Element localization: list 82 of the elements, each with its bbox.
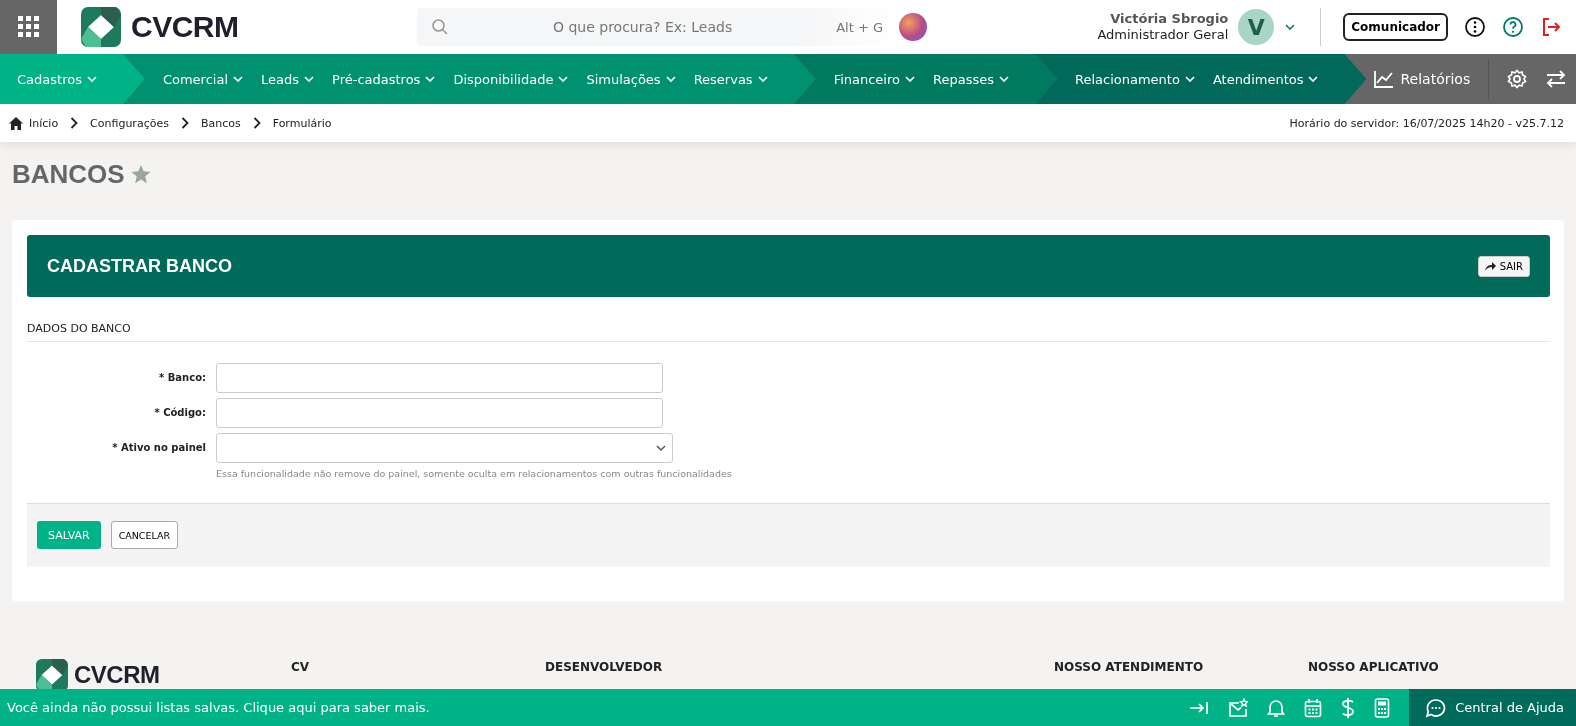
nav-menu-item[interactable]: Relacionamento — [1074, 71, 1195, 87]
caret-icon — [304, 75, 315, 83]
nav-menu-item[interactable]: Financeiro — [833, 71, 915, 87]
server-time: Horário do servidor: 16/07/2025 14h20 - v25.7.12 — [1289, 116, 1564, 130]
search-input[interactable]: O que procura? Ex: Leads — [457, 18, 829, 36]
chevron-icon — [180, 117, 189, 129]
share-arrow-icon — [1484, 261, 1496, 271]
form-title: CADASTRAR BANCO — [47, 255, 232, 277]
user-name: Victória Sbrogio — [1110, 11, 1229, 27]
apps-menu-button[interactable] — [0, 0, 57, 54]
field-hint: Essa funcionalidade não remove do painel, somente oculta em relacionamentos com outras funcionalidades — [216, 468, 732, 479]
logo-text: CVCRM — [74, 661, 160, 689]
assistant-icon[interactable] — [899, 13, 927, 41]
footer-heading: NOSSO ATENDIMENTO — [1054, 660, 1204, 674]
shortcut-hint: Alt + G — [836, 19, 883, 35]
caret-icon — [86, 75, 97, 83]
help-center-button[interactable]: Central de Ajuda — [1409, 689, 1576, 726]
breadcrumb-link[interactable]: Configurações — [90, 116, 169, 130]
chevron-icon — [252, 117, 261, 129]
help-icon[interactable] — [1502, 16, 1524, 38]
page-title: BANCOS — [12, 158, 125, 190]
nav-menu-item[interactable]: Reservas — [693, 71, 768, 87]
reports-link[interactable]: Relatórios — [1374, 70, 1471, 88]
select-field[interactable] — [216, 433, 673, 463]
calculator-icon[interactable] — [1374, 697, 1391, 718]
communicator-button[interactable]: Comunicador — [1343, 13, 1448, 41]
grid-icon — [17, 16, 40, 38]
cancel-button[interactable]: CANCELAR — [110, 521, 179, 549]
field-label: * Ativo no painel — [111, 441, 206, 455]
logo-text: CVCRM — [131, 10, 239, 44]
swap-icon[interactable] — [1545, 69, 1568, 89]
caret-icon — [1184, 75, 1195, 83]
settings-icon[interactable] — [1507, 69, 1528, 89]
breadcrumb-link[interactable]: Início — [29, 116, 59, 130]
nav-menu-item[interactable]: Atendimentos — [1212, 71, 1319, 87]
caret-icon — [1308, 75, 1319, 83]
breadcrumb-link[interactable]: Bancos — [200, 116, 241, 130]
input-field[interactable] — [216, 398, 663, 428]
more-options-icon[interactable] — [1464, 16, 1486, 38]
save-button[interactable]: SALVAR — [37, 521, 101, 549]
chevron-icon — [70, 117, 79, 129]
nav-menu-item[interactable]: Cadastros — [17, 71, 97, 87]
caret-icon — [998, 75, 1009, 83]
caret-icon — [665, 75, 676, 83]
collapse-icon[interactable] — [1189, 699, 1210, 716]
caret-icon — [905, 75, 915, 83]
user-role: Administrador Geral — [1097, 27, 1229, 43]
caret-icon[interactable] — [1284, 23, 1297, 31]
nav-menu-item[interactable]: Repasses — [933, 71, 1009, 87]
search-icon — [431, 18, 449, 36]
field-label: * Banco: — [158, 371, 206, 385]
star-icon[interactable] — [130, 164, 151, 184]
caret-icon — [558, 75, 569, 83]
nav-menu-item[interactable]: Disponibilidade — [453, 71, 569, 87]
footer-heading: CV — [291, 660, 310, 674]
chat-icon — [1425, 697, 1448, 718]
logo-icon — [81, 7, 121, 47]
logo-icon — [36, 659, 68, 691]
footer-heading: DESENVOLVEDOR — [545, 660, 663, 674]
exit-button[interactable]: SAIR — [1477, 255, 1530, 277]
nav-menu-item[interactable]: Simulações — [586, 71, 676, 87]
bell-icon[interactable] — [1267, 697, 1286, 718]
caret-icon — [233, 75, 243, 83]
footer-heading: NOSSO APLICATIVO — [1308, 660, 1439, 674]
user-avatar[interactable]: V — [1238, 9, 1275, 45]
section-title: DADOS DO BANCO — [27, 297, 1550, 342]
nav-menu-item[interactable]: Leads — [261, 71, 315, 87]
chart-icon — [1374, 70, 1395, 88]
calendar-icon[interactable] — [1304, 697, 1323, 718]
dollar-icon[interactable] — [1341, 696, 1356, 719]
field-label: * Código: — [153, 406, 206, 420]
nav-menu-item[interactable]: Comercial — [162, 71, 243, 87]
caret-icon — [656, 444, 666, 452]
breadcrumb-link[interactable]: Formulário — [272, 116, 332, 130]
input-field[interactable] — [216, 363, 663, 393]
saved-lists-link[interactable]: Você ainda não possui listas salvas. Clique aqui para saber mais. — [0, 700, 430, 715]
home-icon — [9, 116, 23, 130]
caret-icon — [425, 75, 436, 83]
mail-star-icon[interactable] — [1228, 697, 1249, 718]
logout-icon[interactable] — [1540, 16, 1562, 38]
caret-icon — [757, 75, 768, 83]
nav-menu-item[interactable]: Pré-cadastros — [332, 71, 436, 87]
